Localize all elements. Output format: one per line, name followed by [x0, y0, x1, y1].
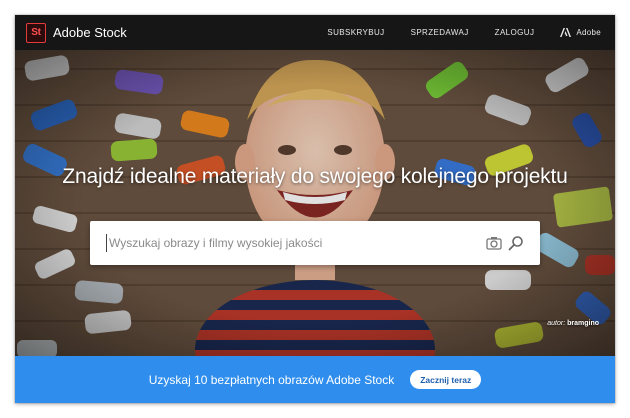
hero-title: Znajdź idealne materiały do swojego kole…: [62, 165, 568, 188]
nav-sell-link[interactable]: SPRZEDAWAJ: [411, 28, 469, 37]
credit-author-link[interactable]: bramgino: [567, 320, 599, 327]
promo-banner: Uzyskaj 10 bezpłatnych obrazów Adobe Sto…: [15, 356, 615, 403]
search-bar[interactable]: [90, 221, 540, 265]
nav-subscribe-link[interactable]: SUBSKRYBUJ: [327, 28, 384, 37]
hero-section: Znajdź idealne materiały do swojego kole…: [15, 50, 615, 356]
credit-prefix: autor:: [547, 320, 566, 327]
adobe-link[interactable]: Adobe: [560, 28, 601, 37]
adobe-logo-icon: [560, 28, 572, 37]
start-now-button[interactable]: Zacznij teraz: [410, 370, 482, 389]
search-input[interactable]: [107, 221, 486, 265]
top-nav: St Adobe Stock SUBSKRYBUJ SPRZEDAWAJ ZAL…: [15, 15, 615, 50]
browser-frame: St Adobe Stock SUBSKRYBUJ SPRZEDAWAJ ZAL…: [15, 15, 615, 403]
photo-credit: autor: bramgino: [547, 320, 599, 327]
nav-login-link[interactable]: ZALOGUJ: [495, 28, 535, 37]
camera-icon[interactable]: [486, 235, 502, 251]
promo-text: Uzyskaj 10 bezpłatnych obrazów Adobe Sto…: [148, 372, 395, 387]
nav-links: SUBSKRYBUJ SPRZEDAWAJ ZALOGUJ: [327, 28, 534, 37]
adobe-label: Adobe: [576, 28, 601, 37]
brand-name[interactable]: Adobe Stock: [53, 25, 127, 40]
search-icon[interactable]: [508, 235, 524, 251]
hero-background-photo: [15, 50, 615, 356]
adobe-stock-logo[interactable]: St: [26, 22, 46, 43]
